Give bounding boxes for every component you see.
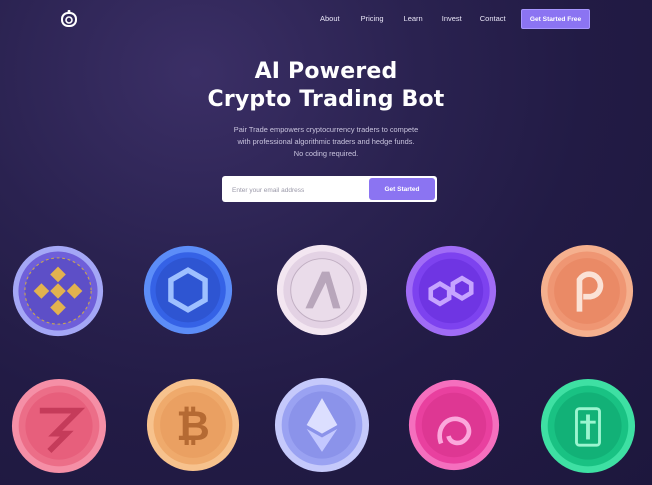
polygon-coin-icon (405, 245, 497, 337)
ring-logo-icon[interactable] (61, 10, 77, 27)
nav-link-invest[interactable]: Invest (442, 14, 462, 23)
email-signup-form: Get Started (222, 176, 437, 202)
chainflip-coin-icon (11, 378, 107, 474)
algorand-coin-icon (276, 244, 368, 336)
nav-link-about[interactable]: About (320, 14, 340, 23)
nav-link-pricing[interactable]: Pricing (361, 14, 384, 23)
bitcoin-coin-icon: ₿ (146, 378, 240, 472)
email-input[interactable] (230, 182, 364, 198)
hero-subtitle-line2: with professional algorithmic traders an… (237, 137, 415, 146)
page-title: AI Powered Crypto Trading Bot (0, 58, 652, 114)
hero-title-line2: Crypto Trading Bot (207, 87, 445, 112)
nav-link-learn[interactable]: Learn (404, 14, 423, 23)
uniswap-coin-icon (408, 379, 500, 471)
hero-subtitle: Pair Trade empowers cryptocurrency trade… (0, 124, 652, 160)
svg-text:₿: ₿ (176, 402, 210, 450)
get-started-free-button[interactable]: Get Started Free (521, 9, 590, 29)
chainlink-coin-icon (143, 245, 233, 335)
hero-subtitle-line3: No coding required. (293, 149, 359, 158)
hero-title-line1: AI Powered (254, 59, 398, 84)
binance-coin-icon (12, 245, 104, 337)
top-navigation: About Pricing Learn Invest Contact Get S… (0, 0, 652, 38)
tether-coin-icon (540, 378, 636, 474)
polkadot-coin-icon (540, 244, 634, 338)
nav-links: About Pricing Learn Invest Contact (320, 14, 506, 23)
nav-link-contact[interactable]: Contact (480, 14, 506, 23)
get-started-button[interactable]: Get Started (369, 178, 435, 200)
ethereum-coin-icon (274, 377, 370, 473)
hero-subtitle-line1: Pair Trade empowers cryptocurrency trade… (233, 125, 419, 134)
